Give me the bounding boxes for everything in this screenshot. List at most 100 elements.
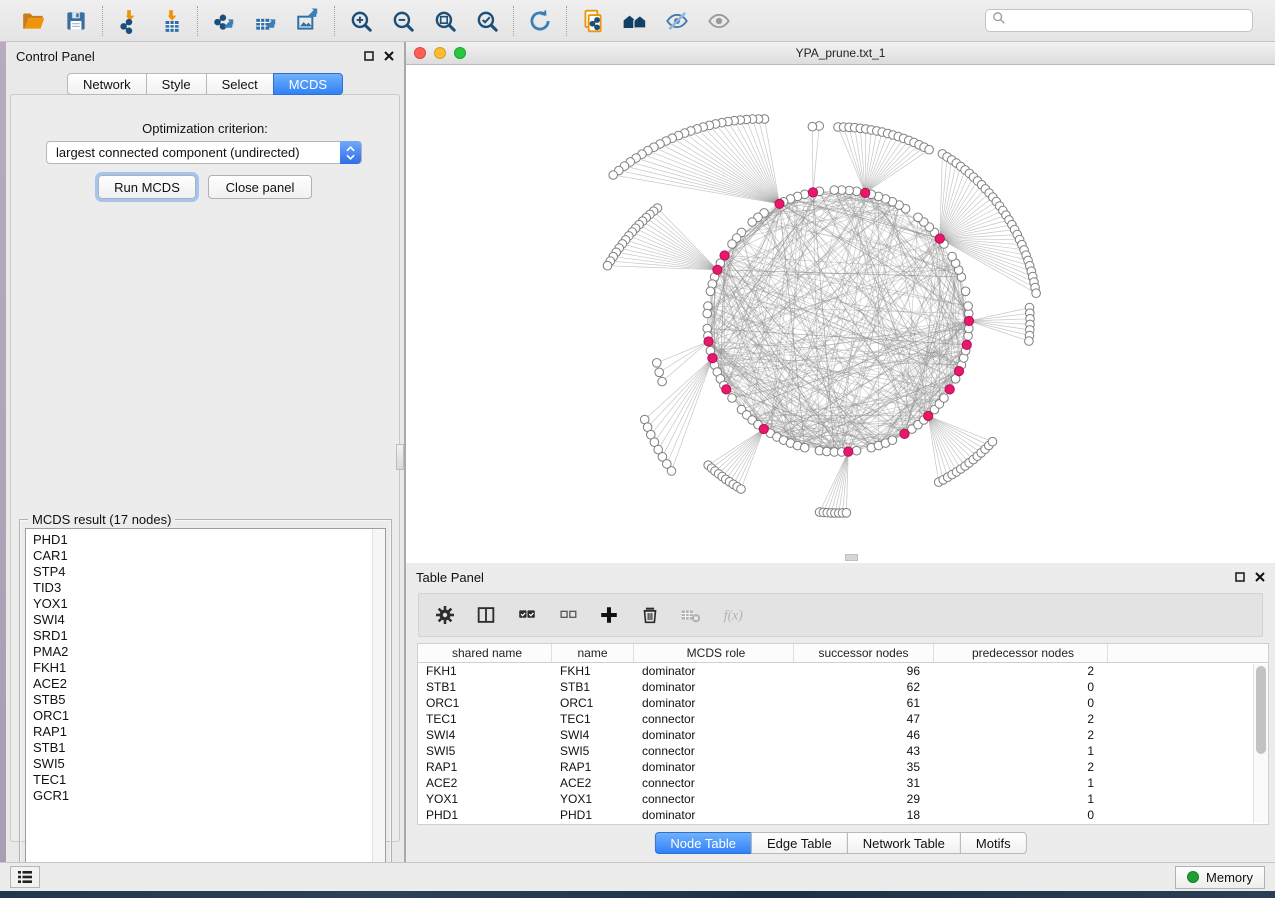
graph-leaf-node[interactable] bbox=[737, 485, 746, 494]
graph-node[interactable] bbox=[914, 213, 923, 222]
graph-dominator-node[interactable] bbox=[964, 316, 973, 325]
graph-leaf-node[interactable] bbox=[808, 122, 817, 131]
hide-graphics-icon[interactable] bbox=[663, 7, 691, 35]
search-field[interactable] bbox=[985, 9, 1253, 32]
mcds-result-item[interactable]: SWI4 bbox=[26, 612, 372, 628]
float-panel-icon[interactable] bbox=[364, 51, 374, 61]
graph-dominator-node[interactable] bbox=[945, 385, 954, 394]
optimization-criterion-select[interactable]: largest connected component (undirected) bbox=[46, 141, 362, 164]
graph-node[interactable] bbox=[948, 252, 957, 261]
graph-dominator-node[interactable] bbox=[954, 367, 963, 376]
graph-dominator-node[interactable] bbox=[935, 234, 944, 243]
close-table-panel-icon[interactable] bbox=[1255, 572, 1265, 582]
column-view-icon[interactable] bbox=[474, 603, 498, 627]
column-header-shared-name[interactable]: shared name bbox=[418, 644, 552, 662]
graph-node[interactable] bbox=[888, 436, 897, 445]
column-header-predecessor-nodes[interactable]: predecessor nodes bbox=[934, 644, 1108, 662]
table-scrollbar-thumb[interactable] bbox=[1256, 666, 1266, 754]
mcds-result-item[interactable]: STB1 bbox=[26, 740, 372, 756]
table-row[interactable]: RAP1RAP1dominator352 bbox=[418, 759, 1268, 775]
network-graph[interactable] bbox=[406, 65, 1275, 563]
mcds-result-item[interactable]: STB5 bbox=[26, 692, 372, 708]
close-panel-icon[interactable] bbox=[384, 51, 394, 61]
mcds-result-item[interactable]: RAP1 bbox=[26, 724, 372, 740]
graph-node[interactable] bbox=[961, 287, 970, 296]
graph-dominator-node[interactable] bbox=[759, 424, 768, 433]
graph-dominator-node[interactable] bbox=[924, 411, 933, 420]
graph-node[interactable] bbox=[830, 186, 839, 195]
memory-button[interactable]: Memory bbox=[1175, 866, 1265, 889]
tab-edge-table[interactable]: Edge Table bbox=[751, 832, 848, 854]
table-row[interactable]: SWI4SWI4dominator462 bbox=[418, 727, 1268, 743]
graph-node[interactable] bbox=[940, 394, 949, 403]
home-icon[interactable] bbox=[621, 7, 649, 35]
graph-dominator-node[interactable] bbox=[962, 340, 971, 349]
horizontal-splitter-handle[interactable] bbox=[845, 554, 858, 561]
network-canvas[interactable] bbox=[406, 65, 1275, 563]
zoom-fit-icon[interactable] bbox=[431, 7, 459, 35]
table-row[interactable]: ORC1ORC1dominator610 bbox=[418, 695, 1268, 711]
graph-node[interactable] bbox=[728, 394, 737, 403]
graph-dominator-node[interactable] bbox=[775, 199, 784, 208]
select-all-icon[interactable] bbox=[515, 603, 539, 627]
export-image-icon[interactable] bbox=[294, 7, 322, 35]
tab-network[interactable]: Network bbox=[67, 73, 147, 95]
mcds-result-item[interactable]: GCR1 bbox=[26, 788, 372, 804]
add-column-icon[interactable] bbox=[597, 603, 621, 627]
clipboard-network-icon[interactable] bbox=[579, 7, 607, 35]
graph-leaf-node[interactable] bbox=[653, 359, 662, 368]
graph-dominator-node[interactable] bbox=[900, 429, 909, 438]
show-graphics-icon[interactable] bbox=[705, 7, 733, 35]
deselect-all-icon[interactable] bbox=[556, 603, 580, 627]
mcds-list-scrollbar[interactable] bbox=[372, 529, 385, 884]
show-panels-button[interactable] bbox=[10, 866, 40, 888]
mcds-result-item[interactable]: SRD1 bbox=[26, 628, 372, 644]
graph-node[interactable] bbox=[706, 287, 715, 296]
graph-node[interactable] bbox=[852, 446, 861, 455]
mcds-result-item[interactable]: PHD1 bbox=[26, 532, 372, 548]
graph-dominator-node[interactable] bbox=[708, 354, 717, 363]
mcds-result-item[interactable]: YOX1 bbox=[26, 596, 372, 612]
graph-node[interactable] bbox=[964, 302, 973, 311]
graph-leaf-node[interactable] bbox=[842, 509, 851, 518]
tab-node-table[interactable]: Node Table bbox=[654, 832, 752, 854]
graph-dominator-node[interactable] bbox=[861, 188, 870, 197]
graph-leaf-node[interactable] bbox=[655, 368, 664, 377]
search-input[interactable] bbox=[1006, 14, 1246, 28]
graph-dominator-node[interactable] bbox=[808, 188, 817, 197]
mcds-result-item[interactable]: ORC1 bbox=[26, 708, 372, 724]
graph-node[interactable] bbox=[703, 309, 712, 318]
zoom-out-icon[interactable] bbox=[389, 7, 417, 35]
graph-dominator-node[interactable] bbox=[713, 265, 722, 274]
table-row[interactable]: YOX1YOX1connector291 bbox=[418, 791, 1268, 807]
table-row[interactable]: SWI5SWI5connector431 bbox=[418, 743, 1268, 759]
tab-select[interactable]: Select bbox=[206, 73, 274, 95]
mcds-result-item[interactable]: STP4 bbox=[26, 564, 372, 580]
column-header-MCDS-role[interactable]: MCDS role bbox=[634, 644, 794, 662]
graph-dominator-node[interactable] bbox=[844, 447, 853, 456]
import-table-icon[interactable] bbox=[157, 7, 185, 35]
save-icon[interactable] bbox=[62, 7, 90, 35]
tab-motifs[interactable]: Motifs bbox=[960, 832, 1027, 854]
graph-node[interactable] bbox=[728, 240, 737, 249]
table-row[interactable]: STB1STB1dominator620 bbox=[418, 679, 1268, 695]
mcds-result-item[interactable]: PMA2 bbox=[26, 644, 372, 660]
graph-leaf-node[interactable] bbox=[1032, 289, 1041, 298]
float-table-panel-icon[interactable] bbox=[1235, 572, 1245, 582]
graph-leaf-node[interactable] bbox=[603, 261, 612, 270]
table-row[interactable]: FKH1FKH1dominator962 bbox=[418, 663, 1268, 679]
graph-node[interactable] bbox=[800, 443, 809, 452]
network-window-titlebar[interactable]: YPA_prune.txt_1 bbox=[406, 42, 1275, 65]
zoom-in-icon[interactable] bbox=[347, 7, 375, 35]
graph-node[interactable] bbox=[748, 218, 757, 227]
table-row[interactable]: TEC1TEC1connector472 bbox=[418, 711, 1268, 727]
mcds-result-item[interactable]: ACE2 bbox=[26, 676, 372, 692]
vertical-splitter-handle[interactable] bbox=[396, 444, 404, 470]
import-network-icon[interactable] bbox=[115, 7, 143, 35]
tab-mcds[interactable]: MCDS bbox=[273, 73, 343, 95]
mcds-result-item[interactable]: TEC1 bbox=[26, 772, 372, 788]
mcds-result-item[interactable]: SWI5 bbox=[26, 756, 372, 772]
zoom-selected-icon[interactable] bbox=[473, 7, 501, 35]
mcds-result-item[interactable]: FKH1 bbox=[26, 660, 372, 676]
graph-leaf-node[interactable] bbox=[658, 377, 667, 386]
